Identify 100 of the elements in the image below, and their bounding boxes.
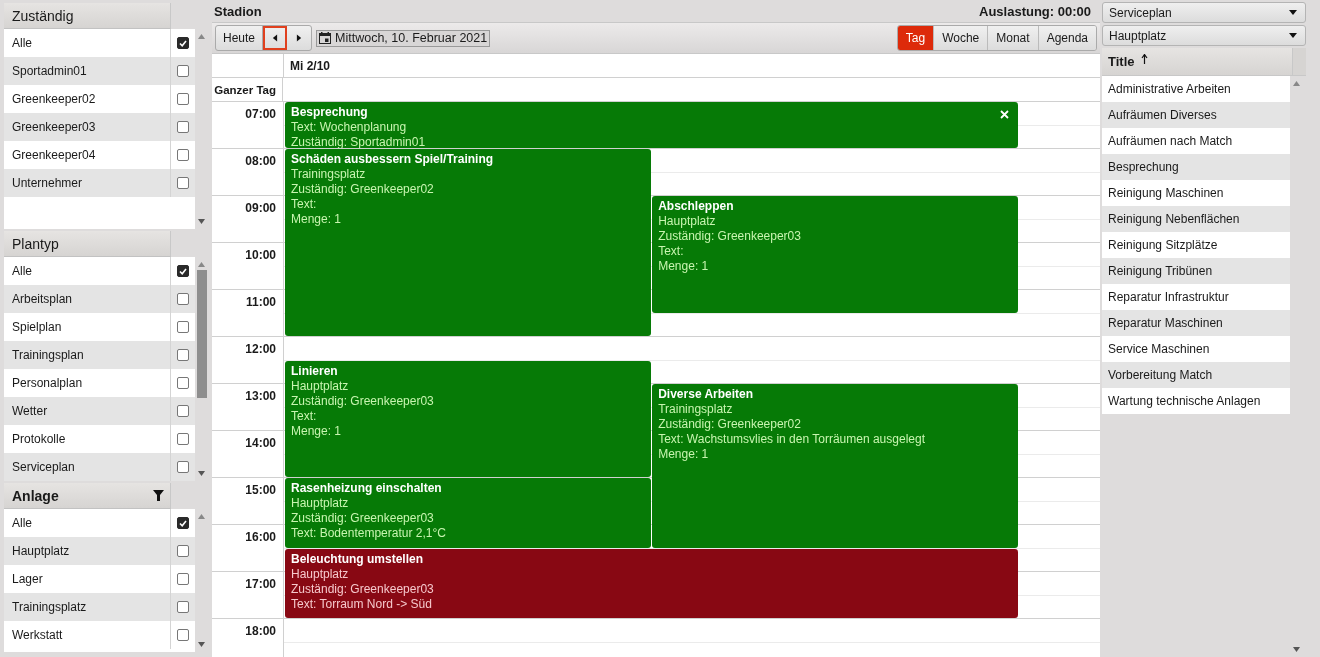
- row-label: Trainingsplan: [11, 348, 85, 362]
- checkbox[interactable]: [177, 265, 189, 277]
- checkbox[interactable]: [177, 629, 189, 641]
- checkbox[interactable]: [177, 517, 189, 529]
- checkbox[interactable]: [177, 545, 189, 557]
- list-item[interactable]: Reinigung Tribünen: [1102, 258, 1290, 284]
- dropdown[interactable]: Serviceplan: [1102, 2, 1306, 23]
- calendar-event[interactable]: Besprechung Text: Wochenplanung Zuständig: Sportadmin01: [285, 102, 1019, 148]
- calendar-event[interactable]: Beleuchtung umstellen Hauptplatz Zuständig: Greenkeeper03 Text: Torraum Nord -> Süd: [285, 548, 1019, 618]
- filter-row[interactable]: Trainingsplan: [4, 341, 195, 369]
- list-item[interactable]: Service Maschinen: [1102, 336, 1290, 362]
- calendar-event[interactable]: Diverse Arbeiten Trainingsplatz Zuständig: Greenkeeper02 Text: Wachstumsvlies in den Torräumen ausgelegt Menge: 1: [652, 384, 1019, 548]
- scroll-down-arrow-icon: [198, 642, 205, 647]
- calendar-event[interactable]: Rasenheizung einschalten Hauptplatz Zuständig: Greenkeeper03 Text: Bodentemperatur 2,1°C: [285, 478, 652, 548]
- time-label: 14:00: [245, 436, 276, 450]
- filter-row[interactable]: Hauptplatz: [4, 537, 195, 565]
- checkbox[interactable]: [177, 321, 189, 333]
- close-icon: [1000, 110, 1010, 119]
- check-icon: [179, 39, 187, 47]
- column-header[interactable]: Plantyp: [4, 231, 171, 257]
- row-label: Unternehmer: [11, 176, 84, 190]
- time-label: 13:00: [245, 389, 276, 403]
- filter-row[interactable]: Arbeitsplan: [4, 285, 195, 313]
- event-detail: Trainingsplatz: [658, 402, 733, 417]
- event-detail: Text:: [291, 197, 317, 212]
- list-item[interactable]: Administrative Arbeiten: [1102, 76, 1290, 102]
- scroll-down-arrow-icon: [198, 219, 205, 224]
- checkbox[interactable]: [177, 461, 189, 473]
- list-item[interactable]: Aufräumen Diverses: [1102, 102, 1290, 128]
- time-label: 10:00: [245, 248, 276, 262]
- time-label: 15:00: [245, 483, 276, 497]
- list-item[interactable]: Wartung technische Anlagen: [1102, 388, 1290, 414]
- list-item[interactable]: Reinigung Sitzplätze: [1102, 232, 1290, 258]
- list-item[interactable]: Aufräumen nach Match: [1102, 128, 1290, 154]
- checkbox[interactable]: [177, 349, 189, 361]
- scroll-up-arrow-icon: [198, 262, 205, 267]
- event-detail: Hauptplatz: [291, 378, 349, 394]
- list-item[interactable]: Reparatur Infrastruktur: [1102, 284, 1290, 310]
- event-title: Besprechung: [291, 105, 368, 120]
- column-header[interactable]: Zuständig: [4, 3, 171, 29]
- row-label: Greenkeeper02: [11, 92, 97, 106]
- list-item[interactable]: Besprechung: [1102, 154, 1290, 180]
- row-label: Spielplan: [11, 320, 63, 334]
- checkbox[interactable]: [177, 405, 189, 417]
- list-item[interactable]: Reparatur Maschinen: [1102, 310, 1290, 336]
- filter-row[interactable]: Sportadmin01: [4, 57, 195, 85]
- view-tab[interactable]: Agenda: [1037, 26, 1096, 50]
- checkbox[interactable]: [177, 37, 189, 49]
- filter-row[interactable]: Unternehmer: [4, 169, 195, 197]
- dropdown[interactable]: Hauptplatz: [1102, 25, 1306, 46]
- checkbox[interactable]: [177, 433, 189, 445]
- event-detail: Trainingsplatz: [291, 167, 366, 182]
- event-detail: Text: Torraum Nord -> Süd: [291, 596, 432, 612]
- event-title: Beleuchtung umstellen: [291, 551, 424, 567]
- event-detail: Zuständig: Greenkeeper03: [291, 393, 434, 409]
- checkbox[interactable]: [177, 177, 189, 189]
- filter-row[interactable]: Wetter: [4, 397, 195, 425]
- sort-arrow-icon: [1140, 53, 1148, 64]
- checkbox[interactable]: [177, 93, 189, 105]
- list-item[interactable]: Reinigung Nebenflächen: [1102, 206, 1290, 232]
- view-tab[interactable]: Monat: [987, 26, 1038, 50]
- time-label: 17:00: [245, 577, 276, 591]
- column-header[interactable]: Title: [1102, 48, 1293, 75]
- event-detail: Text: Wachstumsvlies in den Torräumen ausgelegt: [658, 432, 925, 447]
- day-header: Mi 2/10: [289, 57, 331, 75]
- calendar-event[interactable]: Schäden ausbessern Spiel/Training Trainingsplatz Zuständig: Greenkeeper02 Text: Menge: 1: [285, 149, 652, 336]
- filter-row[interactable]: Serviceplan: [4, 453, 195, 481]
- view-tab[interactable]: Woche: [933, 26, 988, 50]
- time-label: 12:00: [245, 342, 276, 356]
- checkbox[interactable]: [177, 65, 189, 77]
- filter-row[interactable]: Greenkeeper03: [4, 113, 195, 141]
- event-detail: Text: Wochenplanung: [291, 120, 407, 135]
- row-label: Alle: [11, 264, 33, 278]
- checkbox[interactable]: [177, 121, 189, 133]
- filter-row[interactable]: Trainingsplatz: [4, 593, 195, 621]
- previous-button[interactable]: [263, 26, 288, 50]
- list-item[interactable]: Reinigung Maschinen: [1102, 180, 1290, 206]
- scroll-down-arrow-icon: [1293, 647, 1300, 652]
- view-tab[interactable]: Tag: [897, 26, 934, 50]
- calendar-event[interactable]: Abschleppen Hauptplatz Zuständig: Greenkeeper03 Text: Menge: 1: [652, 196, 1019, 313]
- row-label: Trainingsplatz: [11, 600, 88, 614]
- checkbox[interactable]: [177, 293, 189, 305]
- time-label: 07:00: [245, 107, 276, 121]
- list-item[interactable]: Vorbereitung Match: [1102, 362, 1290, 388]
- row-label: Greenkeeper03: [11, 120, 97, 134]
- checkbox[interactable]: [177, 573, 189, 585]
- right-triangle-icon: [296, 34, 303, 42]
- scrollbar-thumb[interactable]: [196, 270, 207, 398]
- column-header[interactable]: Anlage: [4, 483, 171, 509]
- event-detail: Zuständig: Sportadmin01: [291, 135, 426, 148]
- date-picker-button[interactable]: Mittwoch, 10. Februar 2021: [316, 29, 491, 47]
- checkbox[interactable]: [177, 601, 189, 613]
- scroll-down-arrow-icon: [198, 471, 205, 476]
- event-detail: Menge: 1: [658, 447, 709, 462]
- row-label: Serviceplan: [11, 460, 76, 474]
- utilization-label: Auslastung: 00:00: [979, 3, 1091, 19]
- row-label: Lager: [11, 572, 44, 586]
- calendar-event[interactable]: Linieren Hauptplatz Zuständig: Greenkeeper03 Text: Menge: 1: [285, 360, 652, 477]
- checkbox[interactable]: [177, 149, 189, 161]
- checkbox[interactable]: [177, 377, 189, 389]
